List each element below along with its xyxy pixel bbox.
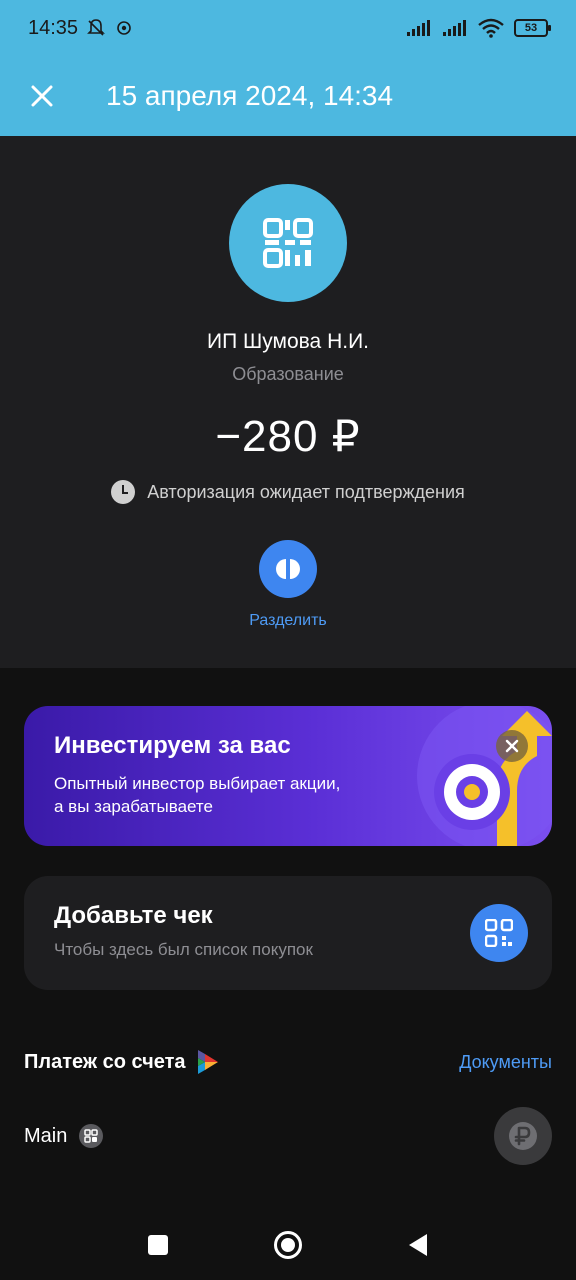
- merchant-category: Образование: [232, 364, 344, 384]
- account-info: Main: [24, 1124, 104, 1148]
- split-label[interactable]: Разделить: [249, 612, 326, 630]
- split-button[interactable]: [259, 540, 317, 598]
- wifi-icon: [478, 18, 504, 38]
- account-name: Main: [24, 1124, 68, 1147]
- close-icon: [505, 739, 519, 753]
- sbp-logo-icon: [198, 1050, 219, 1074]
- scan-qr-button[interactable]: [470, 904, 528, 962]
- payment-title-text: Платеж со счета: [24, 1050, 186, 1073]
- circle-icon: [274, 1231, 302, 1259]
- growth-arrow-icon: [417, 706, 552, 846]
- bell-off-icon: [86, 18, 106, 38]
- status-text: Авторизация ожидает подтверждения: [147, 481, 465, 502]
- promo-text: Опытный инвестор выбирает акции, а вы за…: [54, 774, 341, 816]
- page-title: 15 апреля 2024, 14:34: [106, 80, 394, 111]
- close-icon: [31, 85, 53, 107]
- merchant-name: ИП Шумова Н.И.: [206, 330, 369, 353]
- header: 15 апреля 2024, 14:34: [0, 56, 576, 136]
- account-badge-icon: [79, 1124, 104, 1148]
- back-button[interactable]: [398, 1225, 438, 1265]
- transaction-summary: ИП Шумова Н.И. Образование −280 ₽ Автори…: [0, 136, 576, 668]
- ruble-account-icon: [494, 1107, 552, 1165]
- transaction-status: Авторизация ожидает подтверждения: [111, 480, 465, 504]
- split-icon: [276, 559, 300, 579]
- receipt-subtitle: Чтобы здесь был список покупок: [54, 940, 313, 959]
- invest-promo-banner[interactable]: Инвестируем за вас Опытный инвестор выби…: [24, 706, 552, 846]
- back-triangle-icon: [409, 1234, 427, 1256]
- signal-icon: [442, 18, 468, 38]
- battery-level: 53: [524, 22, 538, 34]
- merchant-avatar: [229, 184, 347, 302]
- close-button[interactable]: [22, 76, 62, 116]
- payment-title: Платеж со счета: [24, 1049, 219, 1075]
- settings-badge-icon: [114, 18, 134, 38]
- qr-code-icon: [485, 919, 513, 947]
- receipt-title: Добавьте чек: [54, 902, 213, 929]
- status-bar: 14:35 53: [0, 0, 576, 56]
- payment-section-header: Платеж со счета Документы: [24, 1046, 552, 1078]
- add-receipt-card[interactable]: Добавьте чек Чтобы здесь был список поку…: [24, 876, 552, 990]
- home-button[interactable]: [268, 1225, 308, 1265]
- status-left: 14:35: [28, 17, 134, 40]
- transaction-amount: −280 ₽: [215, 412, 361, 461]
- recents-button[interactable]: [138, 1225, 178, 1265]
- status-right: 53: [406, 18, 551, 38]
- promo-title: Инвестируем за вас: [54, 732, 291, 759]
- account-row[interactable]: Main: [24, 1106, 552, 1166]
- status-time: 14:35: [28, 16, 79, 39]
- square-icon: [148, 1235, 168, 1255]
- promo-close-button[interactable]: [496, 730, 528, 762]
- system-nav-bar: [0, 1210, 576, 1280]
- battery-icon: 53: [514, 19, 551, 37]
- documents-link[interactable]: Документы: [459, 1052, 552, 1073]
- qr-code-icon: [263, 218, 313, 268]
- clock-icon: [111, 480, 136, 504]
- signal-icon: [406, 18, 432, 38]
